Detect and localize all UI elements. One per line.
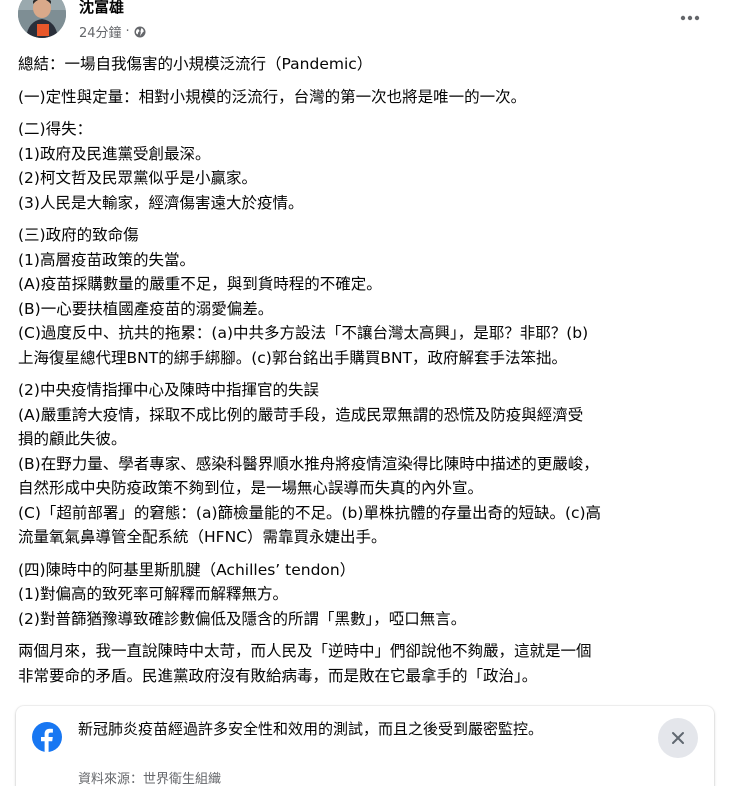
post-text-line: (三)政府的致命傷 — [18, 226, 139, 244]
post-text-line: (四)陳時中的阿基里斯肌腱（Achilles’ tendon） — [18, 560, 356, 579]
post-paragraph: 兩個月來，我一直說陳時中太苛，而人民及「逆時中」們卻說他不夠嚴，這就是一個 非常要… — [18, 639, 718, 688]
close-card-button[interactable] — [658, 718, 698, 758]
card-source[interactable]: 資料來源：世界衛生組織 — [78, 768, 221, 786]
post-text-line: (1)對偏高的致死率可解釋而解釋無方。 — [18, 585, 288, 603]
globe-icon — [134, 26, 146, 38]
post-meta: 24分鐘 · — [79, 22, 146, 41]
post-text-line: (B)在野力量、學者專家、感染科醫界順水推舟將疫情渲染得比陳時中描述的更嚴峻， — [18, 454, 599, 473]
post-text-line: 非常要命的矛盾。民進黨政府沒有敗給病毒，而是敗在它最拿手的「政治」。 — [18, 666, 538, 685]
facebook-post: 沈富雄 24分鐘 · 總結：一場自我傷害的小規模泛流行（Pandemic） (一)… — [0, 0, 731, 786]
more-options-icon — [680, 15, 700, 21]
post-header: 沈富雄 24分鐘 · — [0, 0, 731, 48]
post-paragraph: (一)定性與定量：相對小規模的泛流行，台灣的第一次也將是唯一的一次。 — [18, 85, 718, 110]
post-text-line: 兩個月來，我一直說陳時中太苛，而人民及「逆時中」們卻說他不夠嚴，這就是一個 — [18, 642, 592, 660]
post-text-line: (A)嚴重誇大疫情，採取不成比例的嚴苛手段，造成民眾無謂的恐慌及防疫與經濟受 — [18, 405, 584, 424]
avatar-photo — [18, 0, 66, 38]
post-text-line: (C)「超前部署」的窘態：(a)篩檢量能的不足。(b)單株抗體的存量出奇的短缺。… — [18, 503, 602, 522]
post-text-line: (二)得失： — [18, 120, 93, 138]
post-text-line: (1)高層疫苗政策的失當。 — [18, 250, 195, 269]
post-text-line: (A)疫苗採購數量的嚴重不足，與到貨時程的不確定。 — [18, 275, 382, 293]
post-text-line: (2)柯文哲及民眾黨似乎是小贏家。 — [18, 169, 257, 187]
post-text-line: 損的顧此失彼。 — [18, 430, 127, 448]
post-body: 總結：一場自我傷害的小規模泛流行（Pandemic） (一)定性與定量：相對小規模… — [18, 52, 718, 696]
covid-info-card: 新冠肺炎疫苗經過許多安全性和效用的測試，而且之後受到嚴密監控。 資料來源：世界衛… — [16, 706, 714, 786]
post-paragraph: (二)得失： (1)政府及民進黨受創最深。 (2)柯文哲及民眾黨似乎是小贏家。 (3)… — [18, 117, 718, 215]
post-text-line: 流量氧氣鼻導管全配系統（HFNC）需靠買永婕出手。 — [18, 528, 387, 546]
post-text-line: (1)政府及民進黨受創最深。 — [18, 144, 211, 163]
card-message: 新冠肺炎疫苗經過許多安全性和效用的測試，而且之後受到嚴密監控。 — [78, 720, 544, 738]
close-icon — [672, 732, 684, 744]
post-paragraph: (四)陳時中的阿基里斯肌腱（Achilles’ tendon） (1)對偏高的致死… — [18, 558, 718, 632]
post-text-line: (B)一心要扶植國產疫苗的溺愛偏差。 — [18, 299, 274, 318]
more-options-button[interactable] — [670, 0, 710, 38]
post-text-line: (2)對普篩猶豫導致確診數偏低及隱含的所謂「黑數」，啞口無言。 — [18, 609, 467, 628]
post-text-line: 總結：一場自我傷害的小規模泛流行（Pandemic） — [18, 55, 373, 73]
author-avatar[interactable] — [18, 0, 66, 38]
post-paragraph: (2)中央疫情指揮中心及陳時中指揮官的失誤 (A)嚴重誇大疫情，採取不成比例的嚴苛… — [18, 378, 718, 550]
post-text-line: (3)人民是大輸家，經濟傷害遠大於疫情。 — [18, 193, 304, 212]
post-paragraph: (三)政府的致命傷 (1)高層疫苗政策的失當。 (A)疫苗採購數量的嚴重不足，與到貨… — [18, 223, 718, 370]
post-text-line: 自然形成中央防疫政策不夠到位，是一場無心誤導而失真的內外宣。 — [18, 479, 484, 497]
post-text-line: (一)定性與定量：相對小規模的泛流行，台灣的第一次也將是唯一的一次。 — [18, 87, 527, 106]
post-paragraph: 總結：一場自我傷害的小規模泛流行（Pandemic） — [18, 52, 718, 77]
post-text-line: 上海復星總代理BNT的綁手綁腳。(c)郭台銘出手購買BNT，政府解套手法笨拙。 — [18, 348, 568, 367]
meta-separator: · — [125, 24, 130, 39]
post-timestamp[interactable]: 24分鐘 — [79, 22, 122, 41]
author-name[interactable]: 沈富雄 — [79, 0, 124, 17]
post-text-line: (2)中央疫情指揮中心及陳時中指揮官的失誤 — [18, 381, 319, 399]
post-text-line: (C)過度反中、抗共的拖累：(a)中共多方設法「不讓台灣太高興」，是耶？非耶？(… — [18, 324, 589, 342]
facebook-logo-icon — [32, 722, 62, 752]
